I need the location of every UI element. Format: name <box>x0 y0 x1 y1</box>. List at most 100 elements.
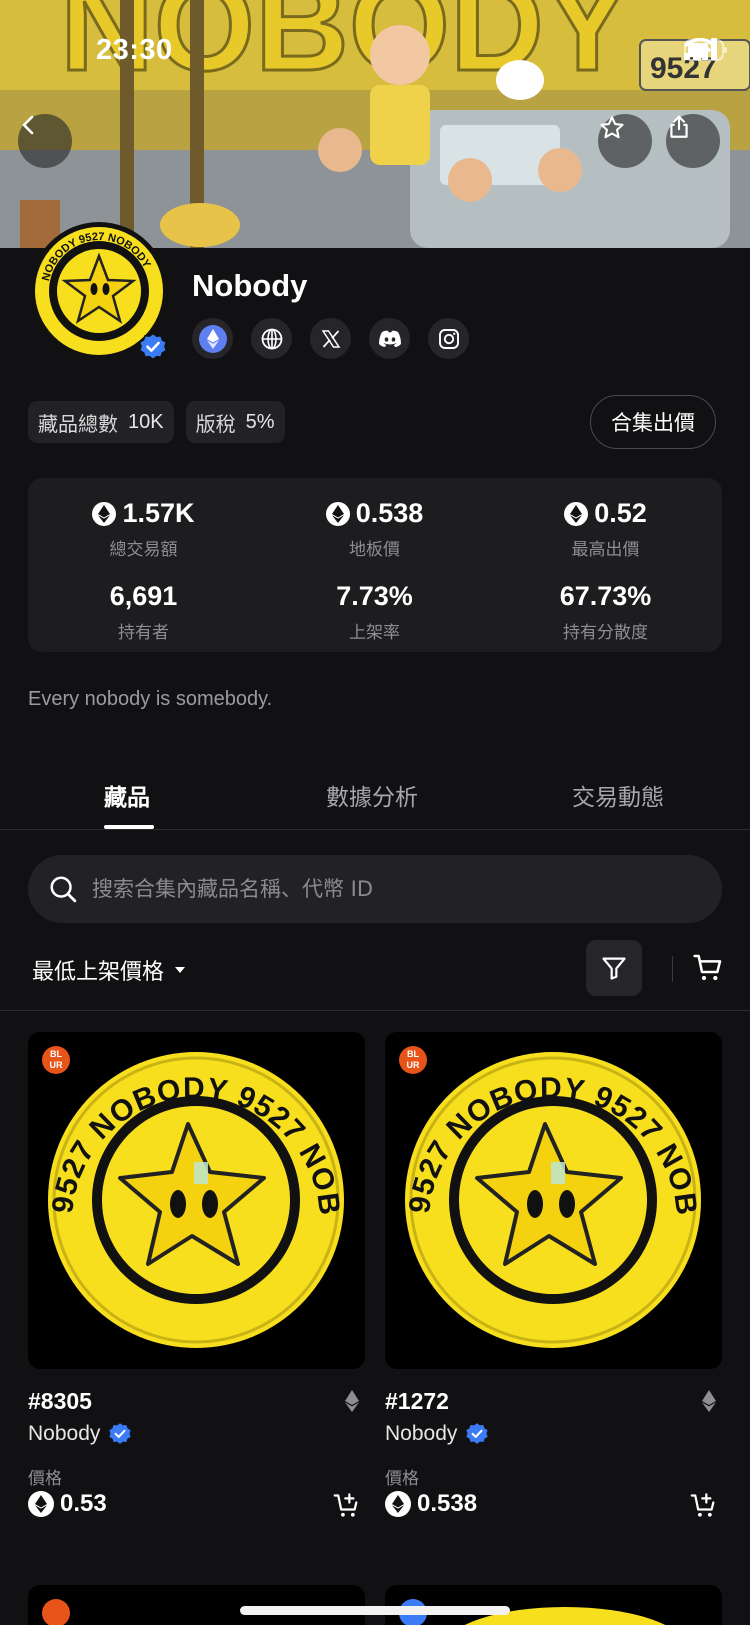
nft-collection: Nobody <box>385 1422 489 1446</box>
collection-name: Nobody <box>192 268 308 303</box>
nft-card[interactable]: 9527 NOBODY 9527 NOBODY BLUR #1272 Nobod… <box>385 1032 722 1517</box>
toolbar-divider <box>672 956 673 982</box>
chevron-left-icon <box>22 115 34 135</box>
x-icon <box>321 329 340 348</box>
x-link[interactable] <box>310 318 351 359</box>
share-icon <box>670 115 688 138</box>
search-bar[interactable] <box>28 855 722 923</box>
stat-value: 67.73% <box>559 581 652 611</box>
back-button[interactable] <box>18 114 72 168</box>
nft-price-value: 0.53 <box>60 1490 107 1517</box>
discord-icon <box>378 330 401 347</box>
stat-floor-price: 0.538 地板價 <box>259 498 490 560</box>
stat-top-offer: 0.52 最高出價 <box>490 498 721 560</box>
chip-value: 5% <box>245 410 275 433</box>
collection-banner: NOBODY 9527 23:30 <box>0 0 750 248</box>
filter-icon <box>602 957 626 980</box>
eth-coin-icon <box>92 501 117 526</box>
eth-coin-icon <box>28 1491 54 1517</box>
marketplace-blur-badge <box>42 1599 70 1625</box>
stat-volume: 1.57K 總交易額 <box>28 498 259 560</box>
cart-button[interactable] <box>690 950 726 986</box>
star-icon <box>600 116 624 139</box>
collection-offer-button[interactable]: 合集出價 <box>590 395 716 449</box>
stat-value: 7.73% <box>336 581 413 611</box>
marketplace-blur-badge: BL UR <box>42 1046 70 1074</box>
ethereum-chain-icon <box>702 1390 716 1412</box>
stats-panel: 1.57K 總交易額 0.538 地板價 0.52 最高出價 6,691 持有者… <box>28 478 722 652</box>
marketplace-blur-badge: BL UR <box>399 1046 427 1074</box>
stat-label: 最高出價 <box>571 540 640 560</box>
filter-button[interactable] <box>586 940 642 996</box>
add-to-cart-icon[interactable] <box>333 1492 361 1520</box>
search-icon <box>50 876 77 903</box>
tab-activity[interactable]: 交易動態 <box>572 778 664 812</box>
tab-items[interactable]: 藏品 <box>104 778 150 812</box>
share-button[interactable] <box>666 114 720 168</box>
price-label: 價格 <box>385 1469 419 1489</box>
search-input[interactable] <box>92 877 652 901</box>
sort-dropdown[interactable]: 最低上架價格 <box>32 954 186 986</box>
verified-badge-icon <box>138 332 168 361</box>
verified-badge-icon <box>109 1423 132 1444</box>
website-link[interactable] <box>251 318 292 359</box>
ethereum-icon <box>198 324 227 353</box>
stat-label: 持有者 <box>118 623 169 643</box>
discord-link[interactable] <box>369 318 410 359</box>
ethereum-chain-icon <box>345 1390 359 1412</box>
status-time: 23:30 <box>96 34 173 66</box>
add-to-cart-icon[interactable] <box>690 1492 718 1520</box>
nft-collection-name: Nobody <box>28 1422 101 1445</box>
stat-listed-rate: 7.73% 上架率 <box>259 581 490 643</box>
eth-coin-icon <box>325 501 350 526</box>
stat-label: 總交易額 <box>109 540 178 560</box>
stat-value: 0.538 <box>355 498 424 528</box>
collection-chips: 藏品總數 10K 版稅 5% <box>28 401 285 443</box>
status-bar: 23:30 <box>0 0 750 100</box>
caret-down-icon <box>175 967 186 973</box>
nft-collection: Nobody <box>28 1422 132 1446</box>
chip-label: 藏品總數 <box>38 411 118 436</box>
nft-image[interactable]: 9527 NOBODY 9527 NOBODY BLUR <box>385 1032 722 1369</box>
nft-price: 0.53 <box>28 1490 107 1518</box>
stat-value: 6,691 <box>109 581 178 611</box>
cart-icon <box>693 954 722 981</box>
nft-card-peek[interactable] <box>28 1585 365 1625</box>
collection-description: Every nobody is somebody. <box>28 688 273 710</box>
globe-icon <box>261 328 282 349</box>
chip-value: 10K <box>128 410 164 433</box>
nft-card-peek[interactable] <box>385 1585 722 1625</box>
price-label: 價格 <box>28 1469 62 1489</box>
ethereum-link[interactable] <box>192 318 233 359</box>
battery-icon <box>684 39 727 61</box>
social-links <box>192 318 469 359</box>
tab-bar: 藏品 數據分析 交易動態 <box>0 778 750 830</box>
nft-token-id: #1272 <box>385 1388 449 1414</box>
section-divider <box>0 1010 750 1011</box>
nft-price-value: 0.538 <box>417 1490 478 1517</box>
stat-label: 上架率 <box>349 623 400 643</box>
nft-price: 0.538 <box>385 1490 477 1518</box>
stat-value: 1.57K <box>122 498 195 528</box>
royalty-chip: 版稅 5% <box>185 401 285 443</box>
nobody-seal-artwork: 9527 NOBODY 9527 NOBODY <box>28 1032 345 1348</box>
stat-value: 0.52 <box>594 498 647 528</box>
verified-badge-icon <box>466 1423 489 1444</box>
eth-coin-icon <box>564 501 589 526</box>
nft-collection-name: Nobody <box>385 1422 458 1445</box>
stat-holder-distribution: 67.73% 持有分散度 <box>490 581 721 643</box>
nobody-seal-artwork: 9527 NOBODY 9527 NOBODY <box>385 1032 702 1348</box>
favorite-button[interactable] <box>598 114 652 168</box>
total-items-chip: 藏品總數 10K <box>28 401 174 443</box>
stat-holders: 6,691 持有者 <box>28 581 259 643</box>
instagram-icon <box>438 328 459 349</box>
home-indicator[interactable] <box>240 1606 510 1615</box>
nft-image[interactable]: 9527 NOBODY 9527 NOBODY BLUR <box>28 1032 365 1369</box>
eth-coin-icon <box>385 1491 411 1517</box>
nft-card[interactable]: 9527 NOBODY 9527 NOBODY BLUR #8305 Nobod… <box>28 1032 365 1517</box>
stat-label: 持有分散度 <box>563 623 648 643</box>
instagram-link[interactable] <box>428 318 469 359</box>
nft-token-id: #8305 <box>28 1388 92 1414</box>
stat-label: 地板價 <box>349 540 400 560</box>
tab-analytics[interactable]: 數據分析 <box>326 778 418 812</box>
